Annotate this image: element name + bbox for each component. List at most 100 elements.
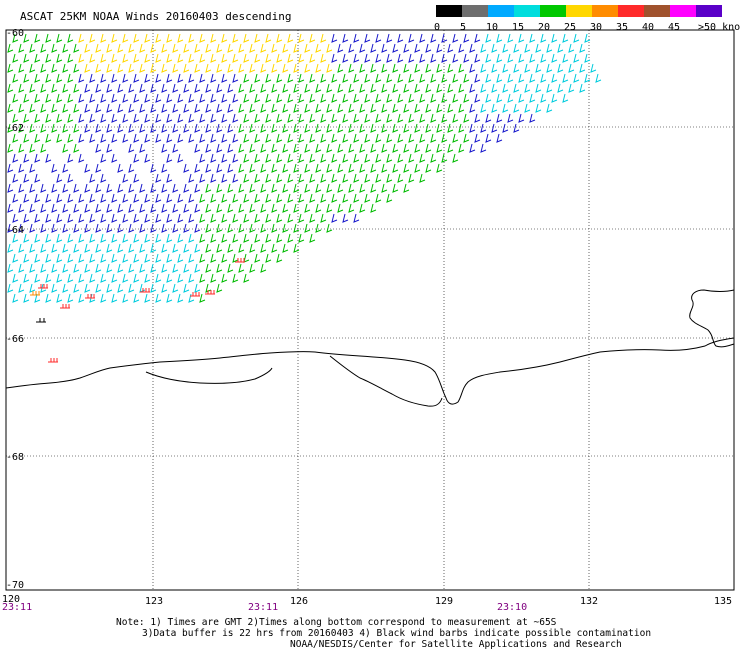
wind-barb bbox=[177, 93, 184, 103]
wind-barb bbox=[359, 123, 366, 133]
wind-barb bbox=[342, 73, 349, 83]
wind-barb bbox=[232, 273, 239, 283]
wind-barb bbox=[265, 213, 272, 223]
wind-barb bbox=[507, 73, 514, 83]
legend-label: 20 bbox=[538, 22, 550, 33]
wind-barb bbox=[62, 43, 69, 53]
wind-barb bbox=[199, 253, 206, 263]
wind-barb bbox=[23, 213, 30, 223]
wind-barb bbox=[78, 253, 85, 263]
wind-barb bbox=[73, 83, 80, 93]
wind-barb bbox=[238, 63, 245, 73]
wind-barb bbox=[359, 163, 366, 173]
wind-barb bbox=[51, 123, 58, 133]
wind-barb bbox=[210, 213, 217, 223]
wind-barb bbox=[18, 163, 25, 173]
wind-barb bbox=[12, 153, 19, 163]
wind-barb bbox=[199, 153, 206, 163]
wind-barb bbox=[529, 93, 536, 103]
legend-label: 40 bbox=[642, 22, 654, 33]
wind-barb bbox=[117, 283, 124, 293]
wind-barb bbox=[29, 263, 36, 273]
longitude-labels: 120 123 126 129 132 135 bbox=[2, 594, 732, 607]
wind-barb bbox=[60, 304, 70, 309]
wind-barb bbox=[67, 133, 74, 143]
wind-barb bbox=[271, 223, 278, 233]
wind-barb bbox=[122, 293, 129, 303]
wind-barb bbox=[304, 83, 311, 93]
wind-barb bbox=[397, 113, 404, 123]
lon-label: 132 bbox=[580, 596, 598, 607]
wind-barb bbox=[359, 83, 366, 93]
wind-barb bbox=[34, 233, 41, 243]
lat-label: -66 bbox=[6, 334, 24, 345]
wind-barb bbox=[304, 203, 311, 213]
wind-barb bbox=[166, 73, 173, 83]
wind-barb bbox=[89, 133, 96, 143]
wind-barb bbox=[562, 93, 569, 103]
wind-barb bbox=[298, 133, 305, 143]
wind-barb bbox=[188, 273, 195, 283]
wind-barb bbox=[282, 63, 289, 73]
wind-barb bbox=[326, 103, 333, 113]
wind-barb bbox=[7, 203, 14, 213]
wind-barb bbox=[513, 43, 520, 53]
wind-barb bbox=[315, 203, 322, 213]
wind-barb bbox=[414, 163, 421, 173]
wind-barb bbox=[100, 253, 107, 263]
wind-barb bbox=[78, 93, 85, 103]
wind-barb bbox=[232, 153, 239, 163]
wind-barb bbox=[540, 53, 547, 63]
wind-barb bbox=[188, 193, 195, 203]
wind-barb bbox=[84, 163, 91, 173]
wind-barb bbox=[287, 33, 294, 43]
wind-barb bbox=[144, 113, 151, 123]
wind-barb bbox=[243, 73, 250, 83]
wind-barb bbox=[425, 43, 432, 53]
wind-barb bbox=[100, 233, 107, 243]
wind-barb bbox=[326, 203, 333, 213]
wind-barb bbox=[139, 43, 146, 53]
wind-barb bbox=[381, 43, 388, 53]
wind-barb bbox=[408, 93, 415, 103]
wind-barb bbox=[243, 33, 250, 43]
lat-label: -64 bbox=[6, 225, 24, 236]
wind-barb bbox=[166, 93, 173, 103]
wind-barb bbox=[183, 83, 190, 93]
wind-barb bbox=[155, 113, 162, 123]
wind-barb bbox=[111, 73, 118, 83]
wind-barb bbox=[18, 263, 25, 273]
wind-barb bbox=[227, 183, 234, 193]
wind-barb bbox=[260, 83, 267, 93]
wind-barb bbox=[529, 113, 536, 123]
wind-barb bbox=[12, 273, 19, 283]
wind-barb bbox=[227, 123, 234, 133]
wind-barb bbox=[51, 203, 58, 213]
wind-barb bbox=[315, 123, 322, 133]
lat-lon-grid bbox=[6, 30, 734, 590]
wind-barb bbox=[111, 53, 118, 63]
wind-barb bbox=[309, 193, 316, 203]
wind-barb bbox=[100, 33, 107, 43]
wind-barb bbox=[276, 93, 283, 103]
wind-barb bbox=[342, 153, 349, 163]
lon-label: 123 bbox=[145, 596, 163, 607]
wind-barb bbox=[507, 33, 514, 43]
wind-barb bbox=[353, 173, 360, 183]
wind-barb bbox=[282, 243, 289, 253]
wind-barb bbox=[469, 43, 476, 53]
wind-barb bbox=[221, 93, 228, 103]
wind-barb bbox=[12, 113, 19, 123]
wind-barb bbox=[150, 163, 157, 173]
wind-barb bbox=[364, 153, 371, 163]
wind-barb bbox=[139, 143, 146, 153]
wind-barb bbox=[425, 123, 432, 133]
wind-barb bbox=[392, 143, 399, 153]
wind-barb bbox=[535, 83, 542, 93]
wind-barb bbox=[40, 243, 47, 253]
wind-barb bbox=[370, 123, 377, 133]
wind-barb bbox=[502, 63, 509, 73]
wind-barb bbox=[540, 93, 547, 103]
wind-barb bbox=[122, 133, 129, 143]
wind-barb bbox=[73, 243, 80, 253]
